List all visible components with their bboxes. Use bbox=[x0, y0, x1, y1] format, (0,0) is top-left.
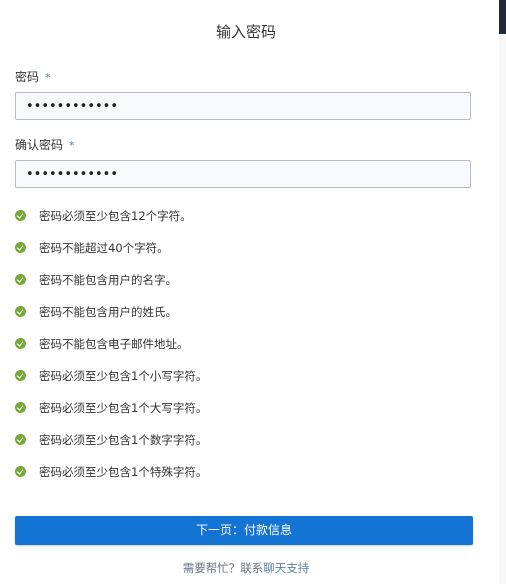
rule-item: 密码不能包含用户的名字。 bbox=[15, 272, 485, 304]
check-icon bbox=[15, 370, 26, 381]
required-mark: * bbox=[69, 139, 75, 152]
rule-item: 密码必须至少包含1个小写字符。 bbox=[15, 368, 485, 400]
check-icon bbox=[15, 274, 26, 285]
rule-text: 密码不能包含用户的姓氏。 bbox=[39, 305, 177, 319]
check-icon bbox=[15, 210, 26, 221]
scrollbar-track[interactable] bbox=[499, 0, 506, 584]
rule-text: 密码必须至少包含1个特殊字符。 bbox=[39, 465, 208, 479]
rule-text: 密码不能超过40个字符。 bbox=[39, 241, 169, 255]
check-icon bbox=[15, 242, 26, 253]
rule-text: 密码必须至少包含1个数字字符。 bbox=[39, 433, 208, 447]
check-icon bbox=[15, 402, 26, 413]
rule-item: 密码必须至少包含12个字符。 bbox=[15, 208, 485, 240]
confirm-password-label-text: 确认密码 bbox=[15, 138, 64, 152]
scrollbar-thumb[interactable] bbox=[499, 0, 506, 34]
check-icon bbox=[15, 306, 26, 317]
rule-text: 密码必须至少包含1个小写字符。 bbox=[39, 369, 208, 383]
rule-item: 密码不能超过40个字符。 bbox=[15, 240, 485, 272]
rule-item: 密码不能包含用户的姓氏。 bbox=[15, 304, 485, 336]
next-page-button[interactable]: 下一页：付款信息 bbox=[15, 516, 473, 545]
page-title: 输入密码 bbox=[215, 23, 276, 41]
password-masked-value: •••••••••••• bbox=[26, 99, 119, 114]
rule-item: 密码必须至少包含1个数字字符。 bbox=[15, 432, 485, 464]
check-icon bbox=[15, 338, 26, 349]
rule-item: 密码不能包含电子邮件地址。 bbox=[15, 336, 485, 368]
check-icon bbox=[15, 434, 26, 445]
rule-item: 密码必须至少包含1个大写字符。 bbox=[15, 400, 485, 432]
rule-item: 密码必须至少包含1个特殊字符。 bbox=[15, 464, 485, 496]
password-label: 密码 * bbox=[15, 68, 51, 85]
help-text: 需要帮忙？联系聊天支持 bbox=[0, 560, 492, 576]
password-rules-list: 密码必须至少包含12个字符。 密码不能超过40个字符。 密码不能包含用户的名字。… bbox=[15, 208, 485, 496]
confirm-password-label: 确认密码 * bbox=[15, 136, 75, 153]
rule-text: 密码不能包含用户的名字。 bbox=[39, 273, 177, 287]
password-page: 输入密码 密码 * •••••••••••• 确认密码 * ••••••••••••… bbox=[0, 0, 506, 584]
rule-text: 密码不能包含电子邮件地址。 bbox=[39, 337, 189, 351]
password-label-text: 密码 bbox=[15, 70, 40, 84]
rule-text: 密码必须至少包含12个字符。 bbox=[39, 209, 192, 223]
help-prefix: 需要帮忙？联系 bbox=[182, 561, 264, 575]
confirm-password-input[interactable]: •••••••••••• bbox=[15, 160, 471, 188]
confirm-password-masked-value: •••••••••••• bbox=[26, 167, 119, 182]
check-icon bbox=[15, 466, 26, 477]
password-input[interactable]: •••••••••••• bbox=[15, 92, 471, 120]
rule-text: 密码必须至少包含1个大写字符。 bbox=[39, 401, 208, 415]
required-mark: * bbox=[45, 71, 51, 84]
chat-support-link[interactable]: 聊天支持 bbox=[263, 561, 309, 575]
